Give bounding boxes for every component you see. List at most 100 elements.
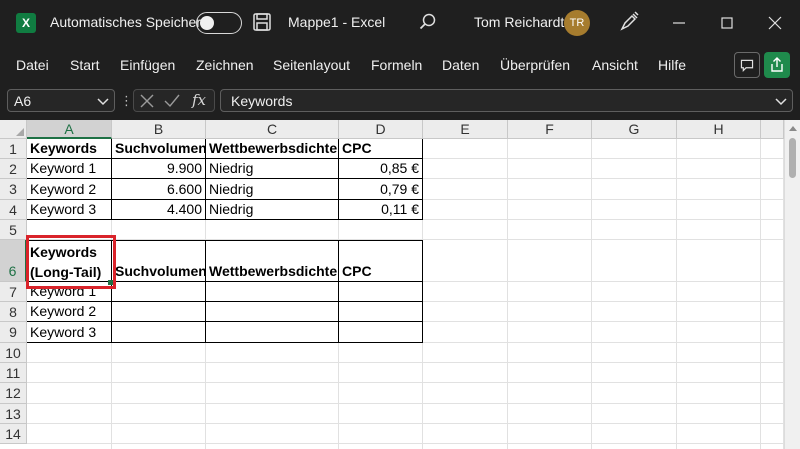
document-title[interactable]: Mappe1 - Excel xyxy=(288,14,385,30)
row-header-8[interactable]: 8 xyxy=(0,302,27,322)
empty-cell[interactable] xyxy=(677,282,761,302)
empty-cell[interactable] xyxy=(112,220,206,240)
empty-cell[interactable] xyxy=(677,220,761,240)
cell-d2[interactable]: 0,85 € xyxy=(339,159,423,179)
cell-c4[interactable]: Niedrig xyxy=(206,200,339,220)
close-icon[interactable] xyxy=(760,9,790,37)
empty-cell[interactable] xyxy=(761,282,784,302)
empty-cell[interactable] xyxy=(508,159,592,179)
empty-cell[interactable] xyxy=(112,444,206,449)
empty-cell[interactable] xyxy=(508,179,592,200)
empty-cell[interactable] xyxy=(677,139,761,159)
confirm-icon[interactable] xyxy=(164,94,180,108)
column-header-g[interactable]: G xyxy=(592,120,677,139)
cell-a3[interactable]: Keyword 2 xyxy=(27,179,112,200)
cell-d4[interactable]: 0,11 € xyxy=(339,200,423,220)
empty-cell[interactable] xyxy=(508,282,592,302)
scroll-up-icon[interactable] xyxy=(789,126,797,131)
row-header-11[interactable]: 11 xyxy=(0,363,27,383)
cell-c3[interactable]: Niedrig xyxy=(206,179,339,200)
cancel-icon[interactable] xyxy=(140,94,154,108)
empty-cell[interactable] xyxy=(508,200,592,220)
empty-cell[interactable] xyxy=(761,139,784,159)
empty-cell[interactable] xyxy=(206,220,339,240)
empty-cell[interactable] xyxy=(27,363,112,383)
cell-d7[interactable] xyxy=(339,282,423,302)
row-header-3[interactable]: 3 xyxy=(0,179,27,200)
empty-cell[interactable] xyxy=(423,363,508,383)
empty-cell[interactable] xyxy=(508,424,592,444)
empty-cell[interactable] xyxy=(508,383,592,404)
empty-cell[interactable] xyxy=(423,322,508,343)
empty-cell[interactable] xyxy=(423,220,508,240)
empty-cell[interactable] xyxy=(423,383,508,404)
cell-b2[interactable]: 9.900 xyxy=(112,159,206,179)
empty-cell[interactable] xyxy=(423,159,508,179)
empty-cell[interactable] xyxy=(677,343,761,363)
tab-einfuegen[interactable]: Einfügen xyxy=(120,57,175,73)
empty-cell[interactable] xyxy=(423,179,508,200)
empty-cell[interactable] xyxy=(206,383,339,404)
row-header-14[interactable]: 14 xyxy=(0,424,27,444)
empty-cell[interactable] xyxy=(761,179,784,200)
formula-input[interactable]: Keywords xyxy=(220,89,793,112)
column-header-a[interactable]: A xyxy=(27,120,112,139)
empty-cell[interactable] xyxy=(761,424,784,444)
tab-seitenlayout[interactable]: Seitenlayout xyxy=(273,57,350,73)
empty-cell[interactable] xyxy=(206,404,339,424)
cell-c9[interactable] xyxy=(206,322,339,343)
empty-cell[interactable] xyxy=(592,322,677,343)
empty-cell[interactable] xyxy=(508,444,592,449)
share-icon[interactable] xyxy=(764,52,790,78)
row-header-10[interactable]: 10 xyxy=(0,343,27,363)
row-header-12[interactable]: 12 xyxy=(0,383,27,404)
empty-cell[interactable] xyxy=(761,220,784,240)
empty-cell[interactable] xyxy=(761,302,784,322)
cell-b7[interactable] xyxy=(112,282,206,302)
row-header-4[interactable]: 4 xyxy=(0,200,27,220)
cell-b6[interactable]: Suchvolumen xyxy=(112,240,207,282)
comment-icon[interactable] xyxy=(734,52,760,78)
pen-icon[interactable] xyxy=(618,11,640,33)
empty-cell[interactable] xyxy=(339,363,423,383)
tab-daten[interactable]: Daten xyxy=(442,57,479,73)
row-header-7[interactable]: 7 xyxy=(0,282,27,302)
empty-cell[interactable] xyxy=(592,343,677,363)
cell-c8[interactable] xyxy=(206,302,339,322)
cell-c1[interactable]: Wettbewerbsdichte xyxy=(206,139,339,159)
column-header-h[interactable]: H xyxy=(677,120,761,139)
empty-cell[interactable] xyxy=(592,363,677,383)
empty-cell[interactable] xyxy=(761,404,784,424)
cell-a9[interactable]: Keyword 3 xyxy=(27,322,112,343)
empty-cell[interactable] xyxy=(761,444,784,449)
cell-a2[interactable]: Keyword 1 xyxy=(27,159,112,179)
empty-cell[interactable] xyxy=(27,424,112,444)
autosave-toggle[interactable] xyxy=(196,12,242,34)
vertical-scrollbar[interactable] xyxy=(784,120,800,449)
select-all-button[interactable] xyxy=(0,120,27,139)
empty-cell[interactable] xyxy=(423,444,508,449)
tab-ueberpruefen[interactable]: Überprüfen xyxy=(500,57,570,73)
empty-cell[interactable] xyxy=(761,363,784,383)
cell-b3[interactable]: 6.600 xyxy=(112,179,206,200)
cell-d9[interactable] xyxy=(339,322,423,343)
empty-cell[interactable] xyxy=(508,343,592,363)
empty-cell[interactable] xyxy=(339,444,423,449)
empty-cell[interactable] xyxy=(423,343,508,363)
row-header-9[interactable]: 9 xyxy=(0,322,27,343)
row-header-5[interactable]: 5 xyxy=(0,220,27,240)
empty-cell[interactable] xyxy=(677,404,761,424)
search-icon[interactable] xyxy=(418,12,438,32)
empty-cell[interactable] xyxy=(508,322,592,343)
cell-a1[interactable]: Keywords xyxy=(27,139,112,159)
empty-cell[interactable] xyxy=(761,159,784,179)
name-box[interactable]: A6 xyxy=(7,89,115,112)
empty-cell[interactable] xyxy=(112,424,206,444)
empty-cell[interactable] xyxy=(761,383,784,404)
chevron-down-icon[interactable] xyxy=(774,94,788,108)
empty-cell[interactable] xyxy=(592,444,677,449)
column-header-b[interactable]: B xyxy=(112,120,206,139)
empty-cell[interactable] xyxy=(423,282,508,302)
cell-c7[interactable] xyxy=(206,282,339,302)
tab-start[interactable]: Start xyxy=(70,57,100,73)
